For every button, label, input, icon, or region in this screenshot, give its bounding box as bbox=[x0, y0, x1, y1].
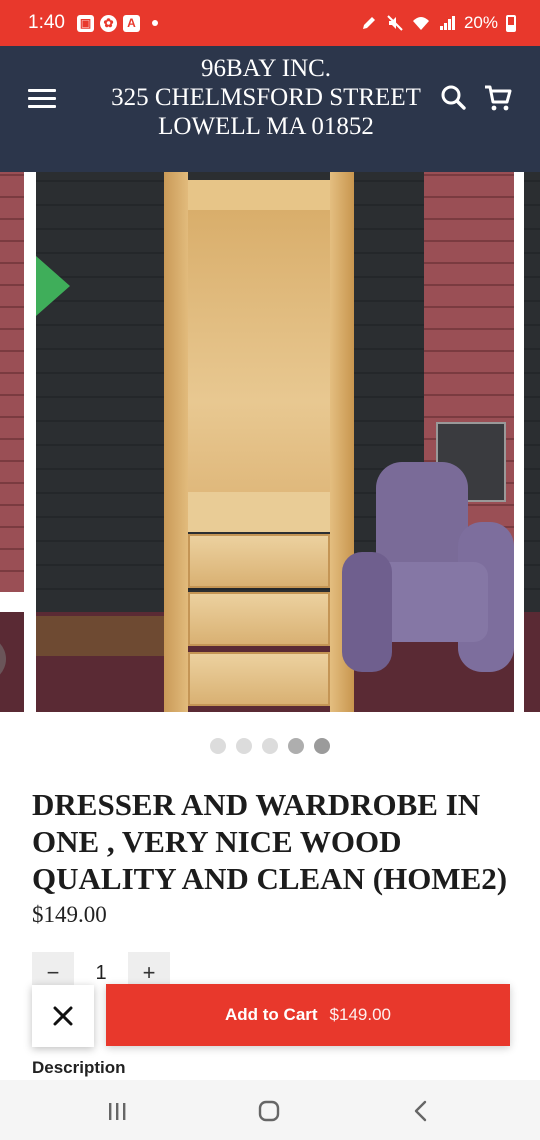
signal-icon bbox=[439, 16, 455, 30]
recent-apps-button[interactable] bbox=[102, 1096, 132, 1126]
home-button[interactable] bbox=[254, 1096, 284, 1126]
gallery-dot-2[interactable] bbox=[236, 738, 252, 754]
status-time: 1:40 bbox=[28, 12, 65, 33]
quantity-value[interactable]: 1 bbox=[74, 962, 128, 985]
status-bar: 1:40 ▣ ✿ A 20% bbox=[0, 0, 540, 46]
home-icon bbox=[258, 1100, 280, 1122]
gallery-dots bbox=[0, 738, 540, 754]
battery-percent: 20% bbox=[463, 13, 498, 32]
system-nav-bar bbox=[0, 1080, 540, 1140]
add-to-cart-button[interactable]: Add to Cart $149.00 bbox=[106, 984, 510, 1046]
gallery-dot-4[interactable] bbox=[288, 738, 304, 754]
add-to-cart-price: $149.00 bbox=[329, 1005, 391, 1024]
close-button[interactable] bbox=[32, 985, 94, 1047]
cart-icon bbox=[485, 85, 512, 111]
wardrobe-photo bbox=[164, 172, 354, 712]
app-icon: ✿ bbox=[99, 14, 117, 32]
mute-icon bbox=[387, 15, 403, 31]
wifi-icon bbox=[412, 17, 429, 30]
product-title: DRESSER AND WARDROBE IN ONE , VERY NICE … bbox=[32, 787, 508, 896]
more-notifications-dot bbox=[151, 20, 158, 26]
status-right: 20% bbox=[360, 13, 516, 33]
image-icon: ▣ bbox=[76, 14, 94, 32]
store-name[interactable]: 96BAY INC. 325 CHELMSFORD STREET LOWELL … bbox=[100, 54, 432, 141]
cart-button[interactable] bbox=[482, 82, 514, 114]
store-name-line-3: LOWELL MA 01852 bbox=[158, 113, 374, 140]
close-icon bbox=[53, 1006, 73, 1026]
product-price: $149.00 bbox=[32, 902, 107, 927]
gallery-prev-image[interactable]: ‹ bbox=[0, 172, 24, 712]
recent-apps-icon bbox=[109, 1103, 126, 1120]
a-icon: A bbox=[122, 14, 140, 32]
back-button[interactable] bbox=[406, 1096, 436, 1126]
battery-icon bbox=[506, 14, 516, 32]
menu-icon[interactable] bbox=[28, 89, 56, 111]
description-heading[interactable]: Description bbox=[32, 1058, 126, 1078]
store-header: 96BAY INC. 325 CHELMSFORD STREET LOWELL … bbox=[0, 46, 540, 172]
back-icon bbox=[414, 1100, 427, 1122]
search-button[interactable] bbox=[438, 82, 470, 114]
store-name-line-2: 325 CHELMSFORD STREET bbox=[111, 84, 421, 111]
product-image[interactable] bbox=[36, 172, 514, 712]
gallery-dot-1[interactable] bbox=[210, 738, 226, 754]
chair-photo bbox=[342, 462, 514, 682]
gallery-dot-5-active[interactable] bbox=[314, 738, 330, 754]
add-to-cart-label: Add to Cart bbox=[225, 1005, 318, 1024]
gallery-next-image[interactable] bbox=[524, 172, 540, 712]
store-name-line-1: 96BAY INC. bbox=[200, 55, 332, 82]
search-icon bbox=[441, 85, 466, 110]
product-gallery[interactable]: ‹ bbox=[0, 172, 540, 712]
gallery-dot-3[interactable] bbox=[262, 738, 278, 754]
pen-icon bbox=[362, 17, 375, 29]
